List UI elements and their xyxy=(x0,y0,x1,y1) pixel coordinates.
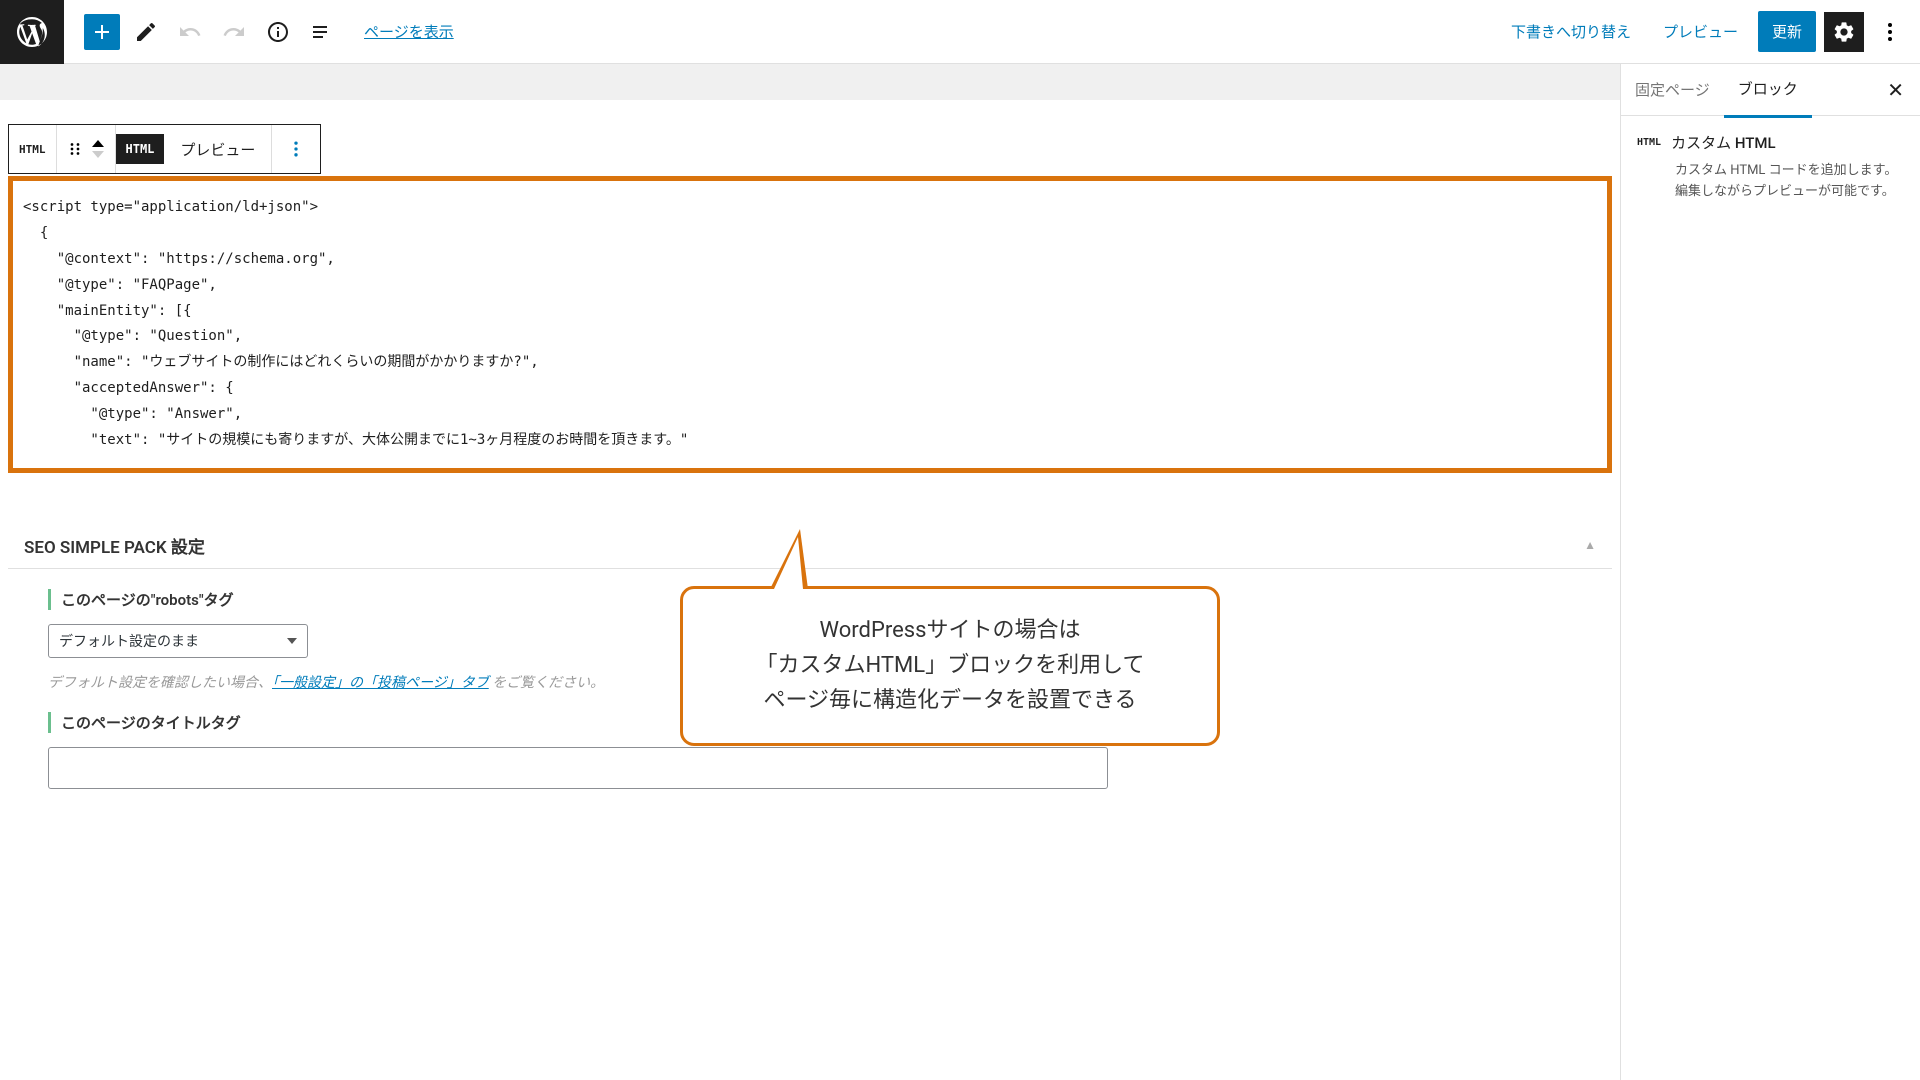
update-button[interactable]: 更新 xyxy=(1758,11,1816,52)
block-toolbar: HTML HTML プレビュー xyxy=(8,124,321,174)
tab-block[interactable]: ブロック xyxy=(1724,62,1812,118)
more-options-button[interactable] xyxy=(1872,14,1908,50)
view-page-link[interactable]: ページを表示 xyxy=(364,21,454,42)
collapse-icon[interactable]: ▲ xyxy=(1584,538,1596,552)
block-type-icon[interactable]: HTML xyxy=(15,143,50,156)
close-sidebar-button[interactable]: ✕ xyxy=(1871,78,1920,102)
move-up-icon[interactable] xyxy=(91,139,105,149)
editor-canvas: HTML HTML プレビュー <script type="applicatio… xyxy=(0,64,1620,1080)
edit-icon[interactable] xyxy=(128,14,164,50)
list-view-icon[interactable] xyxy=(304,14,340,50)
html-tab[interactable]: HTML xyxy=(116,134,165,164)
block-name: カスタム HTML xyxy=(1671,132,1776,153)
top-toolbar: ページを表示 下書きへ切り替え プレビュー 更新 xyxy=(0,0,1920,64)
switch-to-draft-button[interactable]: 下書きへ切り替え xyxy=(1499,13,1643,50)
annotation-callout: WordPressサイトの場合は 「カスタムHTML」ブロックを利用して ページ… xyxy=(680,529,1220,746)
wordpress-logo[interactable] xyxy=(0,0,64,64)
settings-sidebar: 固定ページ ブロック ✕ HTML カスタム HTML カスタム HTML コー… xyxy=(1620,64,1920,1080)
move-down-icon[interactable] xyxy=(91,149,105,159)
preview-button[interactable]: プレビュー xyxy=(1651,13,1750,50)
redo-button[interactable] xyxy=(216,14,252,50)
drag-handle-icon[interactable] xyxy=(63,137,87,161)
block-more-button[interactable] xyxy=(272,125,320,173)
add-block-button[interactable] xyxy=(84,14,120,50)
general-settings-link[interactable]: 「一般設定」の「投稿ページ」タブ xyxy=(272,675,489,691)
settings-button[interactable] xyxy=(1824,12,1864,52)
tab-page[interactable]: 固定ページ xyxy=(1621,63,1724,116)
title-tag-input[interactable] xyxy=(48,747,1108,789)
block-description: カスタム HTML コードを追加します。編集しながらプレビューが可能です。 xyxy=(1637,161,1904,203)
undo-button[interactable] xyxy=(172,14,208,50)
custom-html-block[interactable]: <script type="application/ld+json"> { "@… xyxy=(8,176,1612,473)
info-icon[interactable] xyxy=(260,14,296,50)
block-icon: HTML xyxy=(1637,137,1661,148)
robots-select[interactable]: デフォルト設定のまま xyxy=(48,624,308,658)
preview-tab[interactable]: プレビュー xyxy=(164,131,271,168)
